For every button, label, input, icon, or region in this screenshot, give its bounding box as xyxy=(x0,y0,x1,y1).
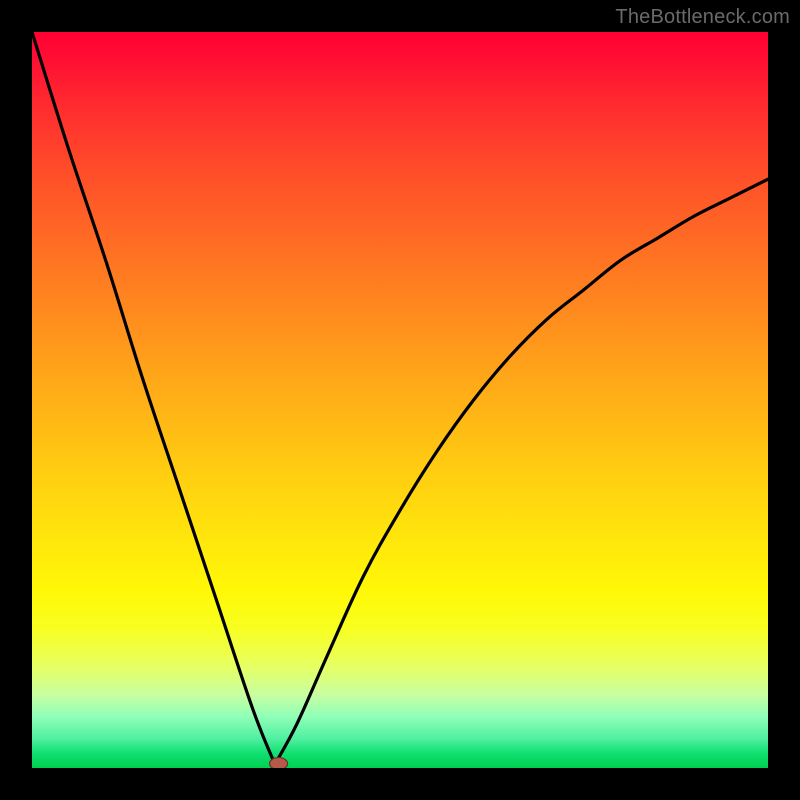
curve-left-branch xyxy=(32,32,275,764)
curve-right-branch xyxy=(275,179,768,764)
curve-svg xyxy=(32,32,768,768)
minimum-marker xyxy=(270,758,288,768)
chart-frame: TheBottleneck.com xyxy=(0,0,800,800)
curve-group xyxy=(32,32,768,768)
plot-area xyxy=(32,32,768,768)
watermark-label: TheBottleneck.com xyxy=(615,6,790,29)
